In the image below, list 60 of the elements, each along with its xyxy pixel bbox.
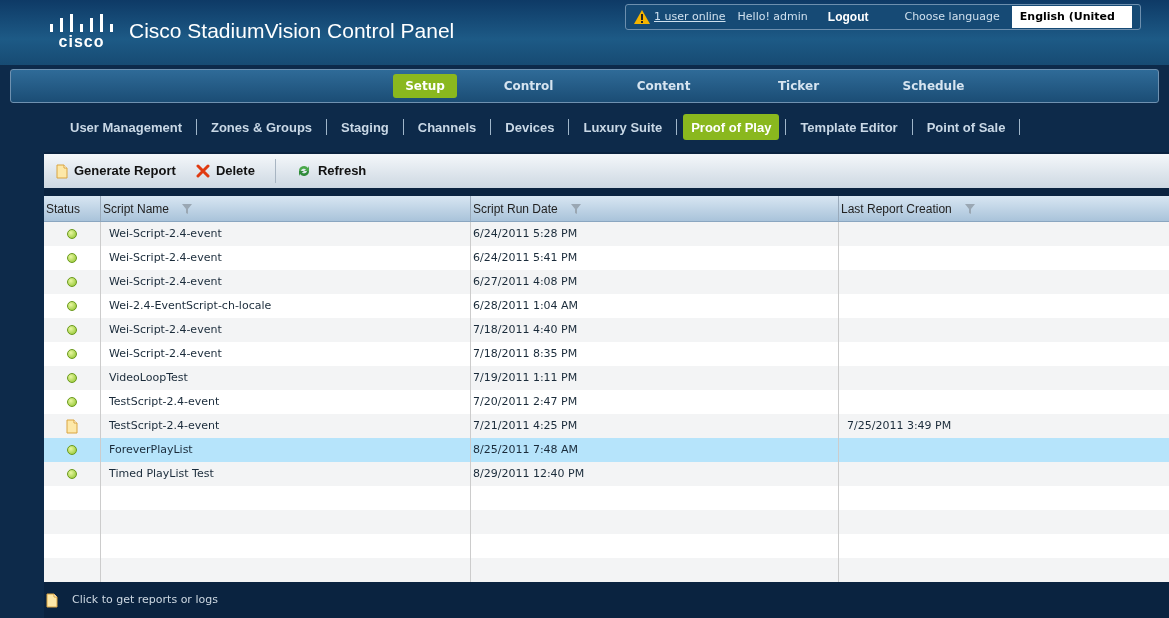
filter-icon[interactable] [181, 202, 194, 215]
document-icon [65, 418, 78, 434]
table-cell-text: 7/18/2011 4:40 PM [473, 321, 578, 338]
table-row[interactable]: Wei-Script-2.4-event 7/18/2011 4:40 PM [44, 318, 1169, 342]
table-cell-text: 8/25/2011 7:48 AM [473, 441, 579, 458]
table-cell-text: TestScript-2.4-event [109, 393, 220, 410]
table-cell-text: 7/21/2011 4:25 PM [473, 417, 578, 434]
toolbar-button[interactable]: Refresh [295, 161, 367, 181]
table-cell-text: Timed PlayList Test [109, 465, 214, 482]
table-row[interactable]: TestScript-2.4-event 7/21/2011 4:25 PM 7/25/2011 3:49 PM [44, 414, 1169, 438]
table-cell-text: ForeverPlayList [109, 441, 193, 458]
column-header[interactable]: Last Report Creation [838, 196, 1169, 221]
app-title: Cisco StadiumVision Control Panel [129, 17, 455, 44]
table-row[interactable]: ForeverPlayList 8/25/2011 7:48 AM [44, 438, 1169, 462]
main-nav-tab[interactable]: Ticker [735, 73, 862, 98]
table-cell-text: Wei-Script-2.4-event [109, 321, 222, 338]
table-cell-text: Wei-2.4-EventScript-ch-locale [109, 297, 272, 314]
sub-nav-tab[interactable]: Luxury Suite [575, 114, 671, 141]
column-header[interactable]: Status [44, 196, 100, 221]
sub-nav-tab[interactable]: Template Editor [792, 114, 906, 141]
logo-icon [50, 14, 113, 32]
table-cell-text: TestScript-2.4-event [109, 417, 220, 434]
sub-nav-tab[interactable]: Devices [497, 114, 563, 141]
table-cell-text: Wei-Script-2.4-event [109, 249, 222, 266]
toolbar-button[interactable]: Delete [195, 161, 255, 181]
table-cell-text: 7/25/2011 3:49 PM [847, 417, 952, 434]
document-icon [46, 592, 58, 608]
table-cell-text: 6/24/2011 5:28 PM [473, 225, 578, 242]
toolbar-button[interactable]: Generate Report [56, 161, 176, 181]
table-row[interactable]: Timed PlayList Test 8/29/2011 12:40 PM [44, 462, 1169, 486]
table-cell-text: 7/20/2011 2:47 PM [473, 393, 578, 410]
sub-nav-tab[interactable]: Channels [409, 114, 485, 141]
table-row[interactable]: Wei-Script-2.4-event 6/27/2011 4:08 PM [44, 270, 1169, 294]
close-icon [195, 164, 210, 178]
table-cell-text: 6/27/2011 4:08 PM [473, 273, 578, 290]
filter-icon[interactable] [569, 202, 582, 215]
sub-nav-tab[interactable]: User Management [62, 114, 190, 141]
table-cell-text: 7/19/2011 1:11 PM [473, 369, 578, 386]
table-row[interactable]: Wei-Script-2.4-event 6/24/2011 5:28 PM [44, 222, 1169, 246]
sub-nav-tab[interactable]: Point of Sale [918, 114, 1014, 141]
main-nav-tab[interactable]: Content [600, 73, 727, 98]
table-cell-text: VideoLoopTest [109, 369, 188, 386]
filter-icon[interactable] [963, 202, 976, 215]
logo-text: cisco [58, 34, 105, 50]
table-cell-text: Wei-Script-2.4-event [109, 273, 222, 290]
footer-hint: Click to get reports or logs [72, 591, 218, 608]
column-header[interactable]: Script Run Date [470, 196, 838, 221]
table-cell-text: Wei-Script-2.4-event [109, 345, 222, 362]
main-nav-tab[interactable]: Control [465, 73, 592, 98]
column-header[interactable]: Script Name [100, 196, 470, 221]
main-nav-tab[interactable]: Schedule [870, 73, 997, 98]
sub-nav-tab[interactable]: Staging [333, 114, 397, 141]
document-icon [56, 163, 68, 179]
table-cell-text: Wei-Script-2.4-event [109, 225, 222, 242]
table-cell-text: 7/18/2011 8:35 PM [473, 345, 578, 362]
table-cell-text: 6/28/2011 1:04 AM [473, 297, 579, 314]
table-cell-text: 8/29/2011 12:40 PM [473, 465, 585, 482]
sub-nav-tab[interactable]: Zones & Groups [203, 114, 321, 141]
table-row[interactable]: VideoLoopTest 7/19/2011 1:11 PM [44, 366, 1169, 390]
table-cell-text: 6/24/2011 5:41 PM [473, 249, 578, 266]
